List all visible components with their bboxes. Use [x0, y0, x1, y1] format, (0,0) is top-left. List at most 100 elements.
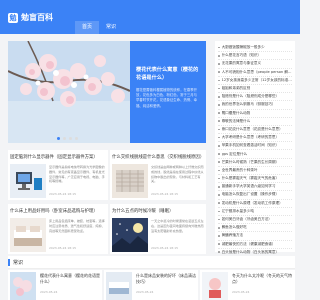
site-logo[interactable]: 勉 勉盲百科: [8, 12, 53, 23]
sidebar-item-label[interactable]: 鹰口樱是什么动物: [222, 111, 251, 116]
sidebar-item-label[interactable]: 减肥最快的方法（健康减肥食谱）: [222, 242, 276, 247]
sidebar-list-item[interactable]: 减肥最快的方法（健康减肥食谱）: [218, 241, 292, 249]
sidebar-item-label[interactable]: 什么是雾霾天气（雾霾天气的危害）: [222, 176, 280, 181]
sidebar-list-item[interactable]: 辽宁舰排水量多少吨: [218, 208, 292, 216]
bullet-icon: [218, 136, 220, 139]
sidebar-list-item[interactable]: 熊口花纹什么意思（花纹是什么意思）: [218, 126, 292, 135]
article-card[interactable]: 什么交织线脱线是什么意思（交织线脱线原因） 交织线是由两种或两种以上纤维交织而成…: [110, 150, 206, 200]
recommend-thumbnail[interactable]: [106, 272, 132, 300]
recommend-thumbnail[interactable]: [10, 272, 36, 300]
article-card[interactable]: 为什么五点的时候冷暖（睡眠） 一天之中最冷的时候通常在凌晨五点左右，这是因为夜间…: [110, 204, 206, 254]
sidebar-list-item[interactable]: 发动机是什么原理（发动机工作原理）: [218, 200, 292, 208]
carousel-dot[interactable]: [63, 137, 66, 140]
sidebar-list-item[interactable]: 鹰口樱是什么动物: [218, 110, 292, 118]
sidebar-list-item[interactable]: 什么是雾霾天气（雾霾天气的危害）: [218, 175, 292, 184]
recommend-date: 2023-05-24: [232, 290, 250, 294]
recommend-title[interactable]: 什么是床品安装的好坏（床品清洁技巧）: [136, 273, 196, 285]
article-card[interactable]: 什么床上用品好用吗（卧室床品选购与护理） 床上用品包括床单、被套、枕套等，选择时…: [8, 204, 108, 254]
sidebar-item-label[interactable]: gps 定位是什么: [222, 152, 248, 157]
recommend-title[interactable]: 冬天为什么太冷呢（冬天的天气特点）: [232, 273, 292, 285]
main-nav: 首页 常识: [75, 21, 123, 34]
sidebar-list-item[interactable]: 人不可貌相什么意思（people person 解释）: [218, 69, 292, 77]
sidebar-item-label[interactable]: 电脑怎么恢复出厂设置（操作步骤）: [222, 192, 280, 197]
sidebar-item-label[interactable]: 什么是花言巧语（知识）: [222, 53, 262, 58]
sidebar-item-label[interactable]: 如何美白牙齿（牙齿美白方法）: [222, 217, 272, 222]
sidebar-item-label[interactable]: 人不可貌相什么意思（people person 解释）: [222, 70, 292, 75]
sidebar-item-label[interactable]: 我的世界怎么驯服马（驯服技巧）: [222, 102, 276, 107]
card-title[interactable]: 什么床上用品好用吗（卧室床品选购与护理）: [10, 208, 106, 214]
bullet-icon: [218, 235, 220, 237]
sidebar-list-item[interactable]: 什么是花言巧语（知识）: [218, 52, 292, 61]
sidebar-item-label[interactable]: 阻燃剂是什么（阻燃剂成分是哪些）: [222, 94, 280, 99]
card-thumbnail[interactable]: [10, 218, 46, 252]
card-title[interactable]: 固定脑洞什么显示器件（固定显示器件方案）: [10, 154, 106, 160]
sidebar-list-item[interactable]: 大学考研是什么意思（考研的意思）: [218, 134, 292, 143]
sidebar-list-item[interactable]: 阻燃剂是什么（阻燃剂成分是哪些）: [218, 93, 292, 102]
sidebar-item-label[interactable]: 发动机是什么原理（发动机工作原理）: [222, 201, 283, 206]
sidebar-item-label[interactable]: 无花果的寓意与象征意义: [222, 61, 262, 66]
sidebar-item-label[interactable]: 熊口花纹什么意思（花纹是什么意思）: [222, 127, 283, 132]
sidebar-item-label[interactable]: 12岁女孩身高多少正常（12岁女孩的标准身高）: [222, 78, 292, 83]
sidebar-list-item[interactable]: 鲫鱼怎么做好吃: [218, 224, 292, 233]
hero-banner[interactable]: 樱花代表什么寓意（樱花的花语是什么） 樱花是蔷薇科樱属植物的统称，在春季开放，花…: [8, 41, 206, 143]
sidebar-item-label[interactable]: 姐姐和弟弟的区别: [222, 86, 251, 91]
sidebar-list-item[interactable]: 电脑怎么恢复出厂设置（操作步骤）: [218, 191, 292, 200]
hero-caption[interactable]: 樱花代表什么寓意（樱花的花语是什么） 樱花是蔷薇科樱属植物的统称，在春季开放，花…: [130, 41, 206, 143]
bullet-icon: [218, 95, 220, 98]
bullet-icon: [218, 218, 220, 221]
sidebar-list-item[interactable]: gps 定位是什么: [218, 150, 292, 159]
card-title[interactable]: 什么交织线脱线是什么意思（交织线脱线原因）: [112, 154, 204, 160]
sidebar-list-item[interactable]: 苹果手机如何查看激活时间（知识）: [218, 142, 292, 151]
fabric-thread-image: [112, 164, 148, 198]
section-title[interactable]: 常识: [13, 259, 23, 266]
sidebar-item-label[interactable]: 大学考研是什么意思（考研的意思）: [222, 135, 280, 140]
bullet-icon: [218, 112, 220, 114]
card-thumbnail[interactable]: [10, 164, 46, 198]
sidebar-item-label[interactable]: 大厨做饭酸辣椒放一般多少: [222, 45, 265, 50]
sidebar-item-label[interactable]: 普通新手学大学英语六级如何学习: [222, 184, 276, 189]
hero-title[interactable]: 樱花代表什么寓意（樱花的花语是什么）: [136, 66, 200, 82]
card-title[interactable]: 为什么五点的时候冷暖（睡眠）: [112, 208, 204, 214]
bullet-icon: [218, 194, 220, 196]
sidebar-list-item[interactable]: 12岁女孩身高多少正常（12岁女孩的标准身高）: [218, 77, 292, 85]
recommend-title[interactable]: 樱花代表什么寓意（樱花的花语是什么）: [40, 273, 100, 285]
carousel-dot[interactable]: [69, 137, 72, 140]
sidebar-item-label[interactable]: 全世界最贵的十种茶叶: [222, 168, 258, 173]
sidebar-list-item[interactable]: 全世界最贵的十种茶叶: [218, 167, 292, 175]
recommend-card[interactable]: 什么是床品安装的好坏（床品清洁技巧） 2023-05-24: [104, 270, 198, 300]
recommend-card[interactable]: 樱花代表什么寓意（樱花的花语是什么） 2023-05-24: [8, 270, 102, 300]
sidebar-list-item[interactable]: 尊敬的法律是什么: [218, 118, 292, 126]
hero-desc: 樱花是蔷薇科樱属植物的统称，在春季开放，花色多为白色、粉红色，常于三月与早春时节…: [136, 88, 198, 108]
sidebar-item-label[interactable]: 黄鳝养殖方法: [222, 233, 244, 238]
recommend-card[interactable]: 冬天为什么太冷呢（冬天的天气特点） 2023-05-24: [200, 270, 295, 300]
sidebar-list-item[interactable]: 无花果的寓意与象征意义: [218, 60, 292, 69]
winter-thumb: [202, 272, 228, 300]
bullet-icon: [218, 71, 220, 73]
nav-knowledge[interactable]: 常识: [99, 21, 123, 34]
article-card[interactable]: 固定脑洞什么显示器件（固定显示器件方案） 显示器件是指将电信号转换为光学图像的器…: [8, 150, 108, 200]
sidebar-item-label[interactable]: 芒果什么时候熟（芒果的生长周期）: [222, 160, 280, 165]
card-thumbnail[interactable]: [112, 164, 148, 198]
bullet-icon: [218, 145, 220, 147]
sidebar-list-item[interactable]: 如何美白牙齿（牙齿美白方法）: [218, 216, 292, 225]
sidebar-list-item[interactable]: 大厨做饭酸辣椒放一般多少: [218, 44, 292, 53]
sidebar-item-label[interactable]: 辽宁舰排水量多少吨: [222, 209, 254, 214]
sidebar-item-label[interactable]: 苹果手机如何查看激活时间（知识）: [222, 143, 280, 148]
display-device-image: [10, 164, 46, 198]
sidebar-list-item[interactable]: 普通新手学大学英语六级如何学习: [218, 183, 292, 192]
recommend-thumbnail[interactable]: [202, 272, 228, 300]
sidebar-list-item[interactable]: 姐姐和弟弟的区别: [218, 85, 292, 94]
sidebar-list-item[interactable]: 我的世界怎么驯服马（驯服技巧）: [218, 101, 292, 110]
sidebar-item-label[interactable]: 白头翁是什么动物（白头翁的寓意）: [222, 250, 280, 255]
carousel-dot[interactable]: [57, 137, 60, 140]
sidebar-list-item[interactable]: 芒果什么时候熟（芒果的生长周期）: [218, 159, 292, 167]
sidebar-item-label[interactable]: 尊敬的法律是什么: [222, 119, 251, 124]
nav-home[interactable]: 首页: [75, 21, 100, 34]
sidebar-list-item[interactable]: 黄鳝养殖方法: [218, 232, 292, 241]
site-header: 勉 勉盲百科 首页 常识: [0, 0, 300, 34]
hero-image[interactable]: [8, 41, 130, 143]
card-thumbnail[interactable]: [112, 218, 148, 252]
carousel-dot[interactable]: [75, 137, 78, 140]
sidebar-item-label[interactable]: 鲫鱼怎么做好吃: [222, 225, 247, 230]
section-header: 常识: [8, 256, 295, 269]
